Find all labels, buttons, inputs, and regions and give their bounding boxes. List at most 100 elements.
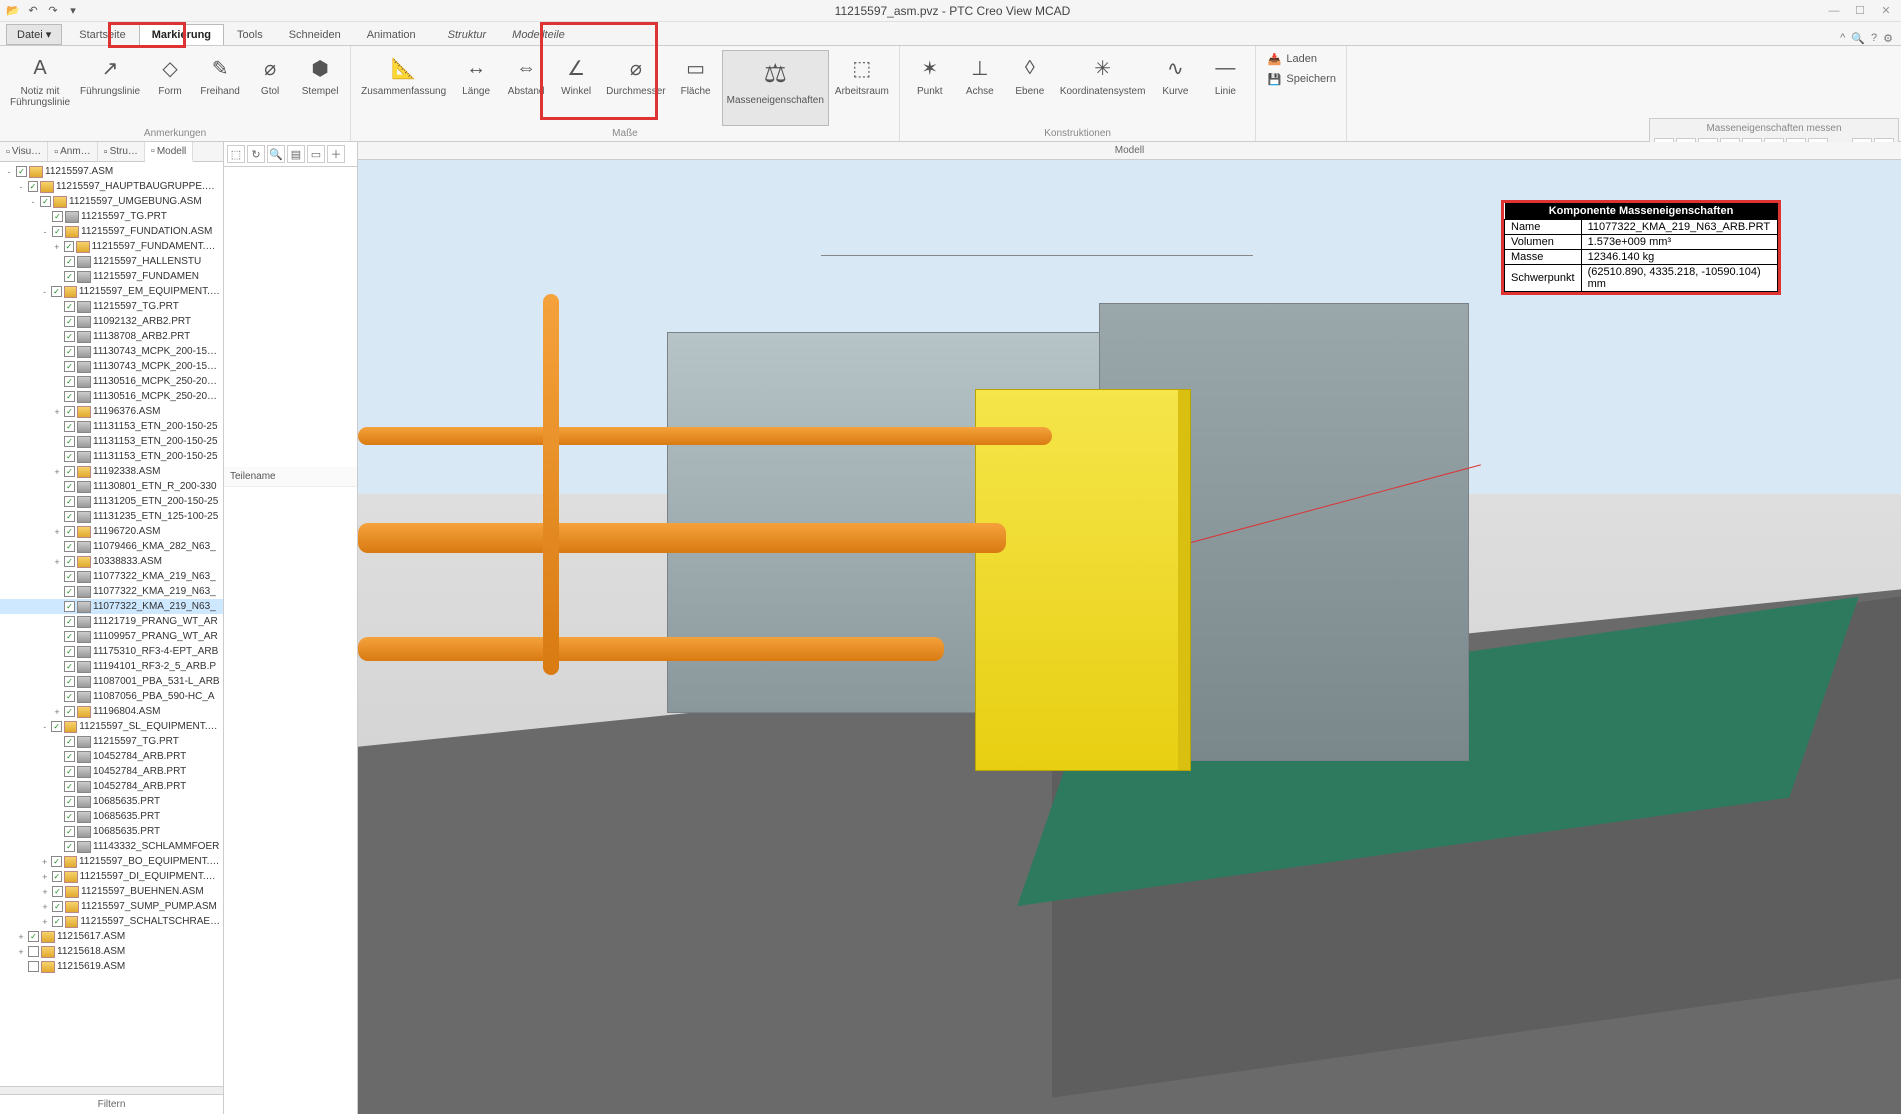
tree-checkbox[interactable] (64, 481, 75, 492)
tree-node[interactable]: 11079466_KMA_282_N63_ (0, 539, 223, 554)
tree-checkbox[interactable] (64, 451, 75, 462)
ribbon-notiz-mit[interactable]: ANotiz mit Führungslinie (6, 50, 74, 126)
tree-node[interactable]: 11215597_HALLENSTU (0, 254, 223, 269)
tree-checkbox[interactable] (64, 316, 75, 327)
tree-checkbox[interactable] (52, 916, 63, 927)
tree-node[interactable]: +10338833.ASM (0, 554, 223, 569)
tree-node[interactable]: +11192338.ASM (0, 464, 223, 479)
tree-checkbox[interactable] (28, 946, 39, 957)
tree-checkbox[interactable] (64, 466, 75, 477)
tree-node[interactable]: 11077322_KMA_219_N63_ (0, 569, 223, 584)
tree-node[interactable]: 11130743_MCPK_200-150-4 (0, 344, 223, 359)
side-tab-1[interactable]: ▫Anm… (48, 142, 97, 161)
ribbon-arbeitsraum[interactable]: ⬚Arbeitsraum (831, 50, 893, 126)
tree-twisty-icon[interactable]: - (40, 722, 49, 732)
tree-node[interactable]: -11215597_EM_EQUIPMENT.ASM (0, 284, 223, 299)
tree-node[interactable]: 11109957_PRANG_WT_AR (0, 629, 223, 644)
tree-node[interactable]: +11215597_FUNDAMENT.ASM (0, 239, 223, 254)
qat-dropdown-icon[interactable]: ▾ (64, 3, 82, 19)
model-tree[interactable]: -11215597.ASM-11215597_HAUPTBAUGRUPPE.AS… (0, 162, 223, 1086)
tree-twisty-icon[interactable]: + (40, 902, 50, 912)
tree-node[interactable]: 11215597_FUNDAMEN (0, 269, 223, 284)
tree-checkbox[interactable] (64, 766, 75, 777)
tree-node[interactable]: 10685635.PRT (0, 809, 223, 824)
load-button[interactable]: 📥Laden (1262, 50, 1340, 68)
tree-node[interactable]: +11215597_DI_EQUIPMENT.ASM (0, 869, 223, 884)
tree-checkbox[interactable] (64, 436, 75, 447)
mt-add-icon[interactable]: ＋ (327, 145, 345, 163)
tree-twisty-icon[interactable]: - (4, 167, 14, 177)
tree-node[interactable]: 10452784_ARB.PRT (0, 764, 223, 779)
tree-twisty-icon[interactable]: + (52, 242, 62, 252)
tree-checkbox[interactable] (64, 556, 75, 567)
tree-twisty-icon[interactable]: + (40, 872, 50, 882)
tree-node[interactable]: -11215597.ASM (0, 164, 223, 179)
ribbon-durchmesser[interactable]: ⌀Durchmesser (602, 50, 669, 126)
ribbon-freihand[interactable]: ✎Freihand (196, 50, 244, 126)
ribbon-linie[interactable]: —Linie (1201, 50, 1249, 126)
ribbon-winkel[interactable]: ∠Winkel (552, 50, 600, 126)
tree-twisty-icon[interactable]: + (40, 857, 49, 867)
tree-checkbox[interactable] (64, 796, 75, 807)
tree-checkbox[interactable] (64, 346, 75, 357)
tree-checkbox[interactable] (64, 616, 75, 627)
filter-label[interactable]: Filtern (0, 1094, 223, 1114)
tree-node[interactable]: -11215597_SL_EQUIPMENT.ASM (0, 719, 223, 734)
tree-node[interactable]: +11196376.ASM (0, 404, 223, 419)
qat-undo-icon[interactable]: ↶ (24, 3, 42, 19)
ribbon-gtol[interactable]: ⌀Gtol (246, 50, 294, 126)
tree-twisty-icon[interactable]: - (28, 197, 38, 207)
side-tab-3[interactable]: ▫Modell (145, 142, 193, 162)
tab-startseite[interactable]: Startseite (66, 24, 138, 45)
qat-redo-icon[interactable]: ↷ (44, 3, 62, 19)
tree-twisty-icon[interactable]: - (40, 287, 49, 297)
tree-twisty-icon[interactable]: + (52, 707, 62, 717)
tree-checkbox[interactable] (64, 586, 75, 597)
ribbon-form[interactable]: ◇Form (146, 50, 194, 126)
tree-twisty-icon[interactable]: - (16, 182, 26, 192)
tree-node[interactable]: +11215597_SUMP_PUMP.ASM (0, 899, 223, 914)
tree-twisty-icon[interactable]: + (52, 467, 62, 477)
tree-checkbox[interactable] (28, 181, 39, 192)
ribbon-stempel[interactable]: ⬢Stempel (296, 50, 344, 126)
tree-checkbox[interactable] (51, 286, 61, 297)
tree-checkbox[interactable] (64, 361, 75, 372)
tree-node[interactable]: 11215597_TG.PRT (0, 299, 223, 314)
tree-node[interactable]: 10685635.PRT (0, 794, 223, 809)
tree-checkbox[interactable] (64, 271, 75, 282)
tree-checkbox[interactable] (52, 901, 63, 912)
ribbon-achse[interactable]: ⊥Achse (956, 50, 1004, 126)
tree-twisty-icon[interactable]: + (16, 932, 26, 942)
tree-node[interactable]: 11130743_MCPK_200-150-4 (0, 359, 223, 374)
tree-node[interactable]: 11131153_ETN_200-150-25 (0, 434, 223, 449)
tree-node[interactable]: 11092132_ARB2.PRT (0, 314, 223, 329)
tree-checkbox[interactable] (64, 511, 75, 522)
tree-checkbox[interactable] (28, 931, 39, 942)
tree-checkbox[interactable] (64, 241, 75, 252)
tree-checkbox[interactable] (64, 301, 75, 312)
tree-twisty-icon[interactable]: + (16, 947, 26, 957)
tree-checkbox[interactable] (64, 571, 75, 582)
options-icon[interactable]: ⚙ (1883, 32, 1893, 45)
mt-refresh-icon[interactable]: ↻ (247, 145, 265, 163)
tree-checkbox[interactable] (64, 691, 75, 702)
tree-scrollbar[interactable] (0, 1086, 223, 1094)
file-menu[interactable]: Datei ▾ (6, 24, 62, 45)
ribbon-kurve[interactable]: ∿Kurve (1151, 50, 1199, 126)
search-icon[interactable]: 🔍 (1851, 32, 1865, 45)
tree-twisty-icon[interactable]: + (40, 887, 50, 897)
tree-checkbox[interactable] (40, 196, 51, 207)
tree-node[interactable]: -11215597_FUNDATION.ASM (0, 224, 223, 239)
help-icon[interactable]: ? (1871, 32, 1877, 45)
close-icon[interactable]: ✕ (1875, 3, 1897, 19)
tree-checkbox[interactable] (64, 391, 75, 402)
tree-checkbox[interactable] (51, 856, 61, 867)
tree-checkbox[interactable] (64, 736, 75, 747)
tree-checkbox[interactable] (64, 601, 75, 612)
tree-node[interactable]: 11143332_SCHLAMMFOER (0, 839, 223, 854)
tree-node[interactable]: 11130801_ETN_R_200-330 (0, 479, 223, 494)
tree-node[interactable]: +11196804.ASM (0, 704, 223, 719)
tree-node[interactable]: 11131153_ETN_200-150-25 (0, 419, 223, 434)
tree-node[interactable]: +11215597_BUEHNEN.ASM (0, 884, 223, 899)
tree-node[interactable]: 11215597_TG.PRT (0, 209, 223, 224)
